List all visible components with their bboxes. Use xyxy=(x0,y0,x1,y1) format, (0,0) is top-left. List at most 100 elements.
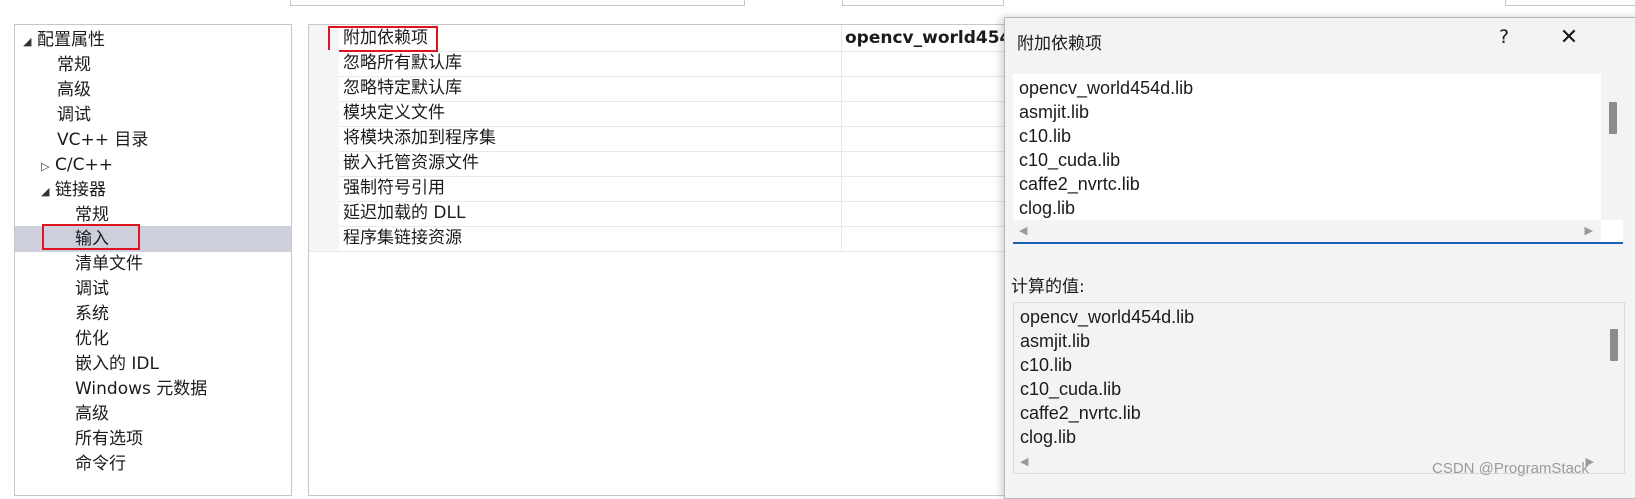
highlight-box-additional-dependencies xyxy=(328,26,438,52)
expanded-arrow-icon[interactable]: ◢ xyxy=(41,179,55,205)
horizontal-scrollbar[interactable]: ◀ ▶ xyxy=(1013,220,1601,242)
tree-node-label: VC++ 目录 xyxy=(57,130,149,150)
dialog-title: 附加依赖项 xyxy=(1017,34,1102,54)
property-name: 强制符号引用 xyxy=(343,178,445,198)
help-icon[interactable]: ? xyxy=(1493,26,1515,48)
property-row-add-module-to-assembly[interactable]: 将模块添加到程序集 xyxy=(309,125,1009,152)
tree-node-label: 系统 xyxy=(75,304,109,324)
column-divider xyxy=(841,175,842,201)
tree-node-label: 链接器 xyxy=(55,180,106,200)
row-gutter xyxy=(309,175,339,201)
tree-node-linker-all-options[interactable]: 所有选项 xyxy=(75,426,143,452)
row-gutter xyxy=(309,75,339,101)
tree-node-advanced[interactable]: 高级 xyxy=(57,77,91,103)
column-divider xyxy=(841,50,842,76)
property-name: 将模块添加到程序集 xyxy=(343,128,496,148)
dependency-line[interactable]: c10.lib xyxy=(1019,124,1071,148)
dependency-line[interactable]: clog.lib xyxy=(1019,196,1075,220)
dependency-line[interactable]: c10_cuda.lib xyxy=(1019,148,1120,172)
toolbar-button-config-manager[interactable] xyxy=(1505,0,1635,6)
scrollbar-thumb[interactable] xyxy=(1609,102,1617,134)
tree-node-linker-windows-metadata[interactable]: Windows 元数据 xyxy=(75,376,207,402)
highlight-box-input xyxy=(42,224,140,250)
tree-node-label: 命令行 xyxy=(75,454,126,474)
property-row-delay-loaded-dlls[interactable]: 延迟加载的 DLL xyxy=(309,200,1009,227)
column-divider xyxy=(841,75,842,101)
tree-node-linker-manifest[interactable]: 清单文件 xyxy=(75,251,143,277)
scroll-left-icon[interactable]: ◀ xyxy=(1020,455,1028,468)
vertical-scrollbar[interactable] xyxy=(1601,74,1623,220)
tree-node-label: 嵌入的 IDL xyxy=(75,354,159,374)
computed-line: clog.lib xyxy=(1020,427,1077,447)
tree-node-linker[interactable]: ◢ 链接器 xyxy=(41,177,106,203)
expanded-arrow-icon[interactable]: ◢ xyxy=(23,29,37,55)
property-row-assembly-link-resource[interactable]: 程序集链接资源 xyxy=(309,225,1009,252)
column-divider xyxy=(841,225,842,251)
tree-node-config-properties[interactable]: ◢ 配置属性 xyxy=(23,27,105,53)
property-row-force-symbol-references[interactable]: 强制符号引用 xyxy=(309,175,1009,202)
property-name: 忽略所有默认库 xyxy=(343,53,462,73)
row-gutter xyxy=(309,125,339,151)
column-divider xyxy=(841,25,842,51)
computed-values-label: 计算的值: xyxy=(1011,277,1085,297)
property-name: 嵌入托管资源文件 xyxy=(343,153,479,173)
tree-node-label: 优化 xyxy=(75,329,109,349)
dependencies-edit-box[interactable]: opencv_world454d.lib asmjit.lib c10.lib … xyxy=(1013,74,1623,244)
scrollbar-thumb[interactable] xyxy=(1610,329,1618,361)
watermark: CSDN @ProgramStack xyxy=(1432,460,1589,477)
tree-node-label: 配置属性 xyxy=(37,30,105,50)
tree-node-label: 高级 xyxy=(57,80,91,100)
tree-node-linker-advanced[interactable]: 高级 xyxy=(75,401,109,427)
tree-node-vc-directories[interactable]: VC++ 目录 xyxy=(57,127,148,153)
column-divider xyxy=(841,100,842,126)
property-grid: 附加依赖项 opencv_world454 忽略所有默认库 忽略特定默认库 模块… xyxy=(308,24,1009,496)
row-gutter xyxy=(309,225,339,251)
tree-node-linker-optimization[interactable]: 优化 xyxy=(75,326,109,352)
scroll-left-icon[interactable]: ◀ xyxy=(1019,224,1027,237)
tree-node-label: Windows 元数据 xyxy=(75,379,208,399)
toolbar-combo-platform[interactable] xyxy=(842,0,1004,6)
column-divider xyxy=(841,150,842,176)
dependency-line[interactable]: opencv_world454d.lib xyxy=(1019,76,1193,100)
tree-node-linker-debugging[interactable]: 调试 xyxy=(75,276,109,302)
tree-node-label: 高级 xyxy=(75,404,109,424)
dependency-line[interactable]: asmjit.lib xyxy=(1019,100,1089,124)
property-row-ignore-all-default-libs[interactable]: 忽略所有默认库 xyxy=(309,50,1009,77)
column-divider xyxy=(841,200,842,226)
property-row-ignore-specific-default-libs[interactable]: 忽略特定默认库 xyxy=(309,75,1009,102)
toolbar-combo-configuration[interactable] xyxy=(290,0,745,6)
property-row-embed-managed-resource[interactable]: 嵌入托管资源文件 xyxy=(309,150,1009,177)
tree-node-label: 所有选项 xyxy=(75,429,143,449)
close-icon[interactable]: ✕ xyxy=(1557,25,1581,50)
tree-node-label: 调试 xyxy=(75,279,109,299)
vertical-scrollbar[interactable] xyxy=(1602,303,1624,451)
tree-node-label: 常规 xyxy=(57,55,91,75)
tree-node-linker-command-line[interactable]: 命令行 xyxy=(75,451,126,477)
tree-node-general[interactable]: 常规 xyxy=(57,52,91,78)
tree-node-linker-embedded-idl[interactable]: 嵌入的 IDL xyxy=(75,351,159,377)
property-name: 模块定义文件 xyxy=(343,103,445,123)
tree-node-linker-system[interactable]: 系统 xyxy=(75,301,109,327)
additional-dependencies-dialog: 附加依赖项 ? ✕ opencv_world454d.lib asmjit.li… xyxy=(1004,17,1635,499)
tree-node-label: C/C++ xyxy=(55,155,113,175)
scroll-right-icon[interactable]: ▶ xyxy=(1585,224,1593,237)
row-gutter xyxy=(309,200,339,226)
computed-line: asmjit.lib xyxy=(1020,331,1091,351)
dependency-line[interactable]: caffe2_nvrtc.lib xyxy=(1019,172,1140,196)
property-tree: ◢ 配置属性 常规 高级 调试 VC++ 目录 ▷ C/C++ ◢ 链接器 常规 输入… xyxy=(14,24,292,496)
row-gutter xyxy=(309,150,339,176)
tree-node-debugging[interactable]: 调试 xyxy=(57,102,91,128)
property-row-module-definition-file[interactable]: 模块定义文件 xyxy=(309,100,1009,127)
property-name: 程序集链接资源 xyxy=(343,228,462,248)
computed-line: c10.lib xyxy=(1020,355,1073,375)
row-gutter xyxy=(309,100,339,126)
tree-node-label: 调试 xyxy=(57,105,91,125)
computed-line: c10_cuda.lib xyxy=(1020,379,1122,399)
tree-node-cpp[interactable]: ▷ C/C++ xyxy=(41,152,113,178)
property-name: 延迟加载的 DLL xyxy=(343,203,466,223)
property-name: 忽略特定默认库 xyxy=(343,78,462,98)
row-gutter xyxy=(309,50,339,76)
computed-line: opencv_world454d.lib xyxy=(1020,307,1195,327)
computed-line: caffe2_nvrtc.lib xyxy=(1020,403,1141,423)
property-value[interactable]: opencv_world454 xyxy=(845,25,1009,51)
